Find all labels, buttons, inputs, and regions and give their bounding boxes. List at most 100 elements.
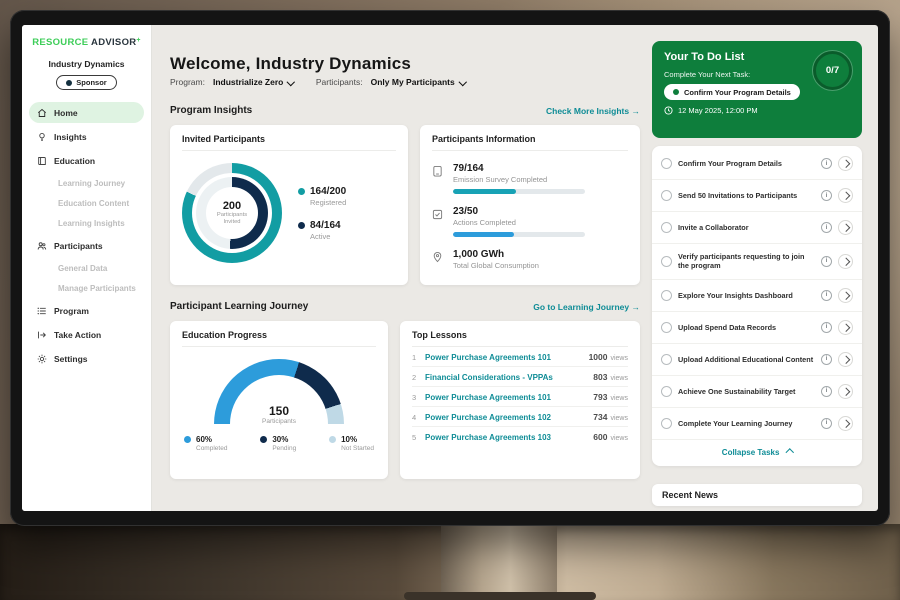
card-title: Top Lessons [412,330,628,347]
monitor-screen: RESOURCE ADVISOR+ Industry Dynamics Spon… [22,25,878,511]
todo-task[interactable]: Send 50 Invitations to Participants [652,180,862,212]
chevron-right-icon[interactable] [838,156,853,171]
invited-donut: 200 Participants Invited [182,163,282,263]
task-checkbox[interactable] [661,354,672,365]
arrow-action-icon [37,330,47,340]
gear-icon [37,354,47,364]
task-checkbox[interactable] [661,256,672,267]
task-label: Invite a Collaborator [678,223,815,232]
info-icon[interactable] [821,158,832,169]
task-checkbox[interactable] [661,190,672,201]
participants-select[interactable]: Only My Participants [371,77,466,87]
sidebar-item-manage-participants[interactable]: Manage Participants [29,279,144,297]
invited-participants-card: Invited Participants 200 Participants In… [170,125,408,285]
go-to-learning-journey-link[interactable]: Go to Learning Journey [533,302,640,312]
chevron-right-icon[interactable] [838,352,853,367]
sidebar-item-education[interactable]: Education [29,150,144,171]
gauge-legend: 60% Completed 30% Pending 10% Not Starte… [182,435,376,452]
task-label: Send 50 Invitations to Participants [678,191,815,200]
consumption-value: 1,000 GWh [453,249,539,260]
task-checkbox[interactable] [661,158,672,169]
sidebar-item-label: Education Content [58,199,129,208]
task-checkbox[interactable] [661,322,672,333]
todo-task[interactable]: Explore Your Insights Dashboard [652,280,862,312]
chevron-right-icon[interactable] [838,384,853,399]
check-more-insights-link[interactable]: Check More Insights [546,106,640,116]
task-label: Upload Spend Data Records [678,323,815,332]
sidebar-item-insights[interactable]: Insights [29,126,144,147]
info-icon[interactable] [821,222,832,233]
chevron-right-icon[interactable] [838,188,853,203]
lesson-rank: 2 [412,373,425,382]
task-label: Verify participants requesting to join t… [678,252,815,271]
info-icon[interactable] [821,322,832,333]
green-dot-icon [673,89,679,95]
actions-value: 23/50 [453,206,585,217]
active-value: 84/164 [310,220,341,231]
sidebar-item-learning-journey[interactable]: Learning Journey [29,174,144,192]
chevron-right-icon[interactable] [838,320,853,335]
info-icon[interactable] [821,190,832,201]
chevron-right-icon[interactable] [838,288,853,303]
logo-plus: + [136,37,140,44]
info-icon[interactable] [821,290,832,301]
list-icon [37,306,47,316]
sidebar-item-education-content[interactable]: Education Content [29,194,144,212]
lesson-views-label: views [610,435,628,442]
todo-task[interactable]: Complete Your Learning Journey [652,408,862,440]
lesson-views-label: views [610,395,628,402]
sidebar-item-settings[interactable]: Settings [29,348,144,369]
info-icon[interactable] [821,256,832,267]
chevron-right-icon[interactable] [838,254,853,269]
chevron-right-icon[interactable] [838,220,853,235]
lesson-views-count: 600 [593,432,607,442]
task-checkbox[interactable] [661,290,672,301]
lesson-row: 5 Power Purchase Agreements 103 600views [412,427,628,446]
chevron-right-icon[interactable] [838,416,853,431]
invited-total: 200 [223,200,241,212]
task-checkbox[interactable] [661,386,672,397]
collapse-tasks-link[interactable]: Collapse Tasks [652,440,862,466]
info-icon[interactable] [821,386,832,397]
todo-task[interactable]: Invite a Collaborator [652,212,862,244]
survey-label: Emission Survey Completed [453,175,585,184]
app-logo: RESOURCE ADVISOR+ [22,37,151,48]
sidebar-item-take-action[interactable]: Take Action [29,324,144,345]
sidebar-nav: Home Insights Education Learning Journey… [22,102,151,369]
recent-news-header[interactable]: Recent News [652,484,862,506]
todo-panel: Your To Do List 0/7 Complete Your Next T… [652,25,862,511]
todo-task[interactable]: Confirm Your Program Details [652,148,862,180]
lesson-link[interactable]: Power Purchase Agreements 102 [425,413,593,422]
todo-task[interactable]: Upload Additional Educational Content [652,344,862,376]
org-name: Industry Dynamics [22,59,151,69]
program-select[interactable]: Industrialize Zero [213,77,294,87]
sidebar-item-home[interactable]: Home [29,102,144,123]
sidebar-item-program[interactable]: Program [29,300,144,321]
clipboard-icon [432,163,444,194]
bulb-icon [37,132,47,142]
lesson-link[interactable]: Power Purchase Agreements 101 [425,353,589,362]
lesson-link[interactable]: Financial Considerations - VPPAs [425,373,593,382]
info-icon[interactable] [821,354,832,365]
todo-task[interactable]: Upload Spend Data Records [652,312,862,344]
lesson-link[interactable]: Power Purchase Agreements 103 [425,433,593,442]
todo-task[interactable]: Verify participants requesting to join t… [652,244,862,280]
todo-task[interactable]: Achieve One Sustainability Target [652,376,862,408]
task-checkbox[interactable] [661,418,672,429]
sidebar-item-learning-insights[interactable]: Learning Insights [29,214,144,232]
task-checkbox[interactable] [661,222,672,233]
lesson-views-label: views [610,415,628,422]
education-progress-card: Education Progress 150 Participants 60% … [170,321,388,479]
card-title: Participants Information [432,134,628,151]
role-badge[interactable]: Sponsor [56,75,116,90]
monitor-stand [441,524,557,594]
lesson-link[interactable]: Power Purchase Agreements 101 [425,393,593,402]
info-icon[interactable] [821,418,832,429]
sidebar-item-participants[interactable]: Participants [29,235,144,256]
pending-pct: 30% [272,435,288,444]
next-task-pill[interactable]: Confirm Your Program Details [664,84,800,100]
sidebar-item-general-data[interactable]: General Data [29,259,144,277]
due-date: 12 May 2025, 12:00 PM [678,106,758,115]
book-icon [37,156,47,166]
pin-icon [432,249,444,270]
